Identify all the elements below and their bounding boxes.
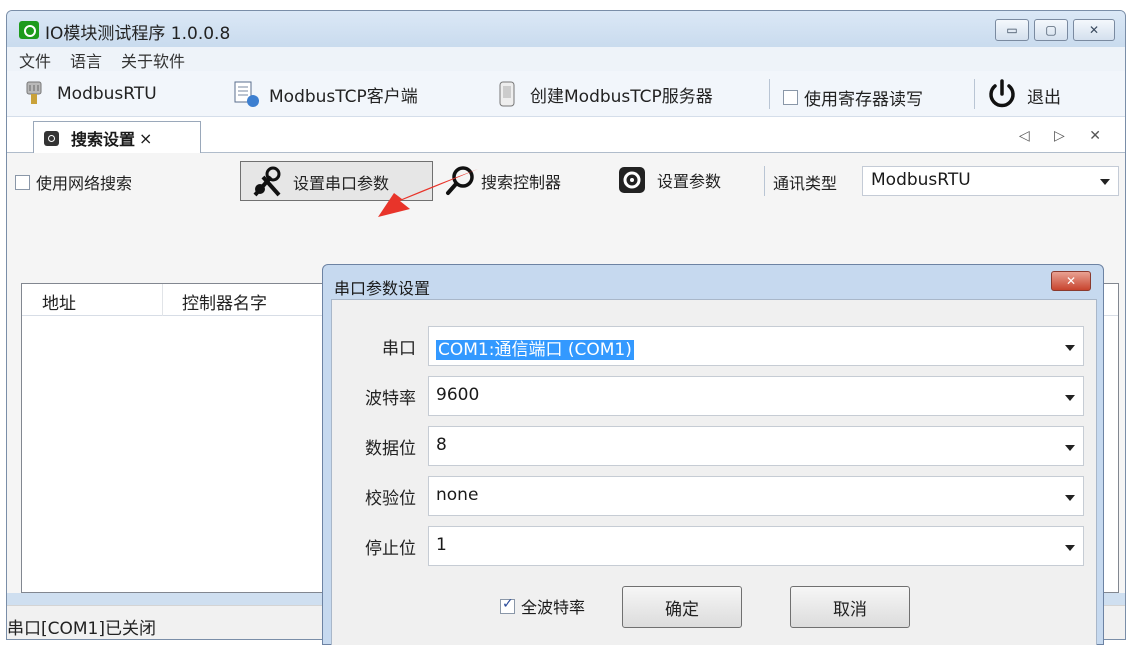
- ok-label: 确定: [665, 599, 699, 620]
- all-baud-checkbox[interactable]: [500, 596, 515, 614]
- search-controller-label: 搜索控制器: [481, 173, 562, 192]
- maximize-icon: ▢: [1045, 23, 1057, 37]
- status-text: 串口[COM1]已关闭: [7, 619, 156, 639]
- toolbar-separator: [769, 79, 770, 109]
- parity-value: none: [436, 485, 479, 505]
- modbus-tcp-client-label: ModbusTCP客户端: [269, 86, 418, 107]
- use-network-search-toggle[interactable]: 使用网络搜索: [15, 170, 132, 194]
- app-icon: [19, 21, 39, 39]
- chevron-down-icon: [1100, 179, 1110, 185]
- serial-plug-icon: [19, 79, 49, 109]
- field-label: 数据位: [365, 439, 416, 459]
- column-address[interactable]: 地址: [42, 289, 76, 314]
- tab-navigation[interactable]: ◁ ▷ ✕: [1019, 128, 1111, 144]
- search-toolbar: 使用网络搜索 设置串口参数 搜索控制器 设置参数 通讯类型 ModbusRTU: [7, 153, 1125, 209]
- comm-type-select[interactable]: ModbusRTU: [862, 166, 1119, 196]
- toolbar-separator: [974, 79, 975, 109]
- stop-bits-select[interactable]: 1: [428, 526, 1084, 566]
- chevron-down-icon: [1065, 395, 1075, 401]
- stop-bits-value: 1: [436, 535, 447, 555]
- dialog-title: 串口参数设置: [334, 279, 431, 298]
- wrench-gear-icon: [249, 165, 285, 199]
- field-parity: 校验位 none: [332, 476, 1096, 516]
- field-label: 波特率: [365, 389, 416, 409]
- menu-file[interactable]: 文件: [19, 48, 51, 72]
- field-port: 串口 COM1:通信端口 (COM1): [332, 326, 1096, 366]
- modbus-rtu-button[interactable]: ModbusRTU: [19, 79, 157, 109]
- modbus-tcp-client-button[interactable]: ModbusTCP客户端: [231, 79, 418, 109]
- cancel-label: 取消: [833, 599, 867, 620]
- parity-select[interactable]: none: [428, 476, 1084, 516]
- data-bits-value: 8: [436, 435, 447, 455]
- cancel-button[interactable]: 取消: [790, 586, 910, 628]
- minimize-button[interactable]: ▭: [995, 19, 1029, 41]
- maximize-button[interactable]: ▢: [1034, 19, 1068, 41]
- network-client-icon: [231, 79, 261, 109]
- comm-type-value: ModbusRTU: [871, 170, 971, 190]
- exit-label: 退出: [1027, 87, 1061, 108]
- dialog-close-button[interactable]: ✕: [1051, 271, 1091, 291]
- title-bar: IO模块测试程序 1.0.0.8 ▭ ▢ ✕: [7, 11, 1125, 47]
- all-baud-label: 全波特率: [521, 598, 586, 617]
- field-stop-bits: 停止位 1: [332, 526, 1096, 566]
- use-register-label: 使用寄存器读写: [804, 90, 923, 110]
- serial-params-dialog: 串口参数设置 ✕ 串口 COM1:通信端口 (COM1) 波特率 9600 数据…: [322, 264, 1104, 645]
- network-search-checkbox[interactable]: [15, 174, 30, 190]
- create-tcp-server-label: 创建ModbusTCP服务器: [530, 86, 713, 107]
- use-network-search-label: 使用网络搜索: [36, 174, 133, 193]
- field-label: 停止位: [365, 539, 416, 559]
- field-label: 串口: [382, 339, 416, 359]
- chevron-down-icon: [1065, 545, 1075, 551]
- toolbar: ModbusRTU ModbusTCP客户端 创建ModbusTCP服务器 使用…: [7, 71, 1125, 117]
- tab-strip: 搜索设置 × ◁ ▷ ✕: [7, 117, 1125, 154]
- column-divider: [162, 284, 163, 316]
- close-window-button[interactable]: ✕: [1073, 19, 1115, 41]
- window-title: IO模块测试程序 1.0.0.8: [45, 24, 231, 44]
- set-params-button[interactable]: 设置参数: [617, 165, 721, 195]
- chevron-down-icon: [1065, 495, 1075, 501]
- baud-value: 9600: [436, 385, 480, 405]
- tab-search-settings[interactable]: 搜索设置 ×: [33, 121, 201, 154]
- chevron-down-icon: [1065, 345, 1075, 351]
- port-select[interactable]: COM1:通信端口 (COM1): [428, 326, 1084, 366]
- menu-about[interactable]: 关于软件: [121, 48, 185, 72]
- minimize-icon: ▭: [1006, 23, 1018, 37]
- field-label: 校验位: [365, 489, 416, 509]
- use-register-toggle[interactable]: 使用寄存器读写: [783, 85, 923, 110]
- all-baud-toggle[interactable]: 全波特率: [500, 594, 585, 618]
- close-icon: ✕: [1065, 274, 1077, 288]
- power-icon: [985, 77, 1019, 111]
- field-data-bits: 数据位 8: [332, 426, 1096, 466]
- baud-select[interactable]: 9600: [428, 376, 1084, 416]
- modbus-rtu-label: ModbusRTU: [57, 84, 157, 104]
- menu-bar: 文件 语言 关于软件: [7, 47, 1125, 71]
- server-icon: [492, 79, 522, 109]
- settings-gear-icon: [617, 165, 647, 195]
- dialog-body: 串口 COM1:通信端口 (COM1) 波特率 9600 数据位 8 校验位 n…: [331, 299, 1097, 645]
- ok-button[interactable]: 确定: [622, 586, 742, 628]
- create-tcp-server-button[interactable]: 创建ModbusTCP服务器: [492, 79, 713, 109]
- use-register-checkbox[interactable]: [783, 90, 798, 105]
- annotation-arrow: [378, 169, 478, 217]
- port-value: COM1:通信端口 (COM1): [436, 340, 634, 360]
- search-separator: [764, 166, 765, 196]
- data-bits-select[interactable]: 8: [428, 426, 1084, 466]
- comm-type-label: 通讯类型: [773, 174, 838, 193]
- chevron-down-icon: [1065, 445, 1075, 451]
- set-params-label: 设置参数: [657, 172, 722, 191]
- tab-icon: [44, 130, 59, 146]
- field-baud: 波特率 9600: [332, 376, 1096, 416]
- exit-button[interactable]: 退出: [985, 79, 1061, 111]
- column-controller-name[interactable]: 控制器名字: [182, 289, 267, 314]
- tab-close-icon[interactable]: ×: [139, 129, 152, 148]
- tab-label: 搜索设置: [71, 130, 136, 149]
- menu-language[interactable]: 语言: [70, 48, 102, 72]
- close-icon: ✕: [1088, 23, 1100, 37]
